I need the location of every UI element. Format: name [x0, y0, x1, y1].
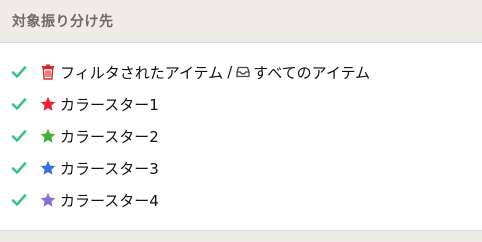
target-row-color-star-1[interactable]: カラースター1 [0, 88, 482, 120]
check-icon[interactable] [11, 96, 27, 112]
target-label: カラースター1 [60, 95, 159, 114]
inbox-icon [236, 65, 250, 79]
target-row-filtered-items[interactable]: フィルタされたアイテム / すべてのアイテム [0, 56, 482, 88]
target-label: カラースター3 [60, 159, 159, 178]
target-label: フィルタされたアイテム [60, 63, 224, 82]
star-icon [39, 191, 57, 209]
panel-header: 対象振り分け先 [0, 0, 482, 43]
target-row-color-star-3[interactable]: カラースター3 [0, 152, 482, 184]
target-row-color-star-2[interactable]: カラースター2 [0, 120, 482, 152]
target-list: フィルタされたアイテム / すべてのアイテム カラースター1 カラースター2 カ… [0, 56, 482, 216]
check-icon[interactable] [11, 128, 27, 144]
target-secondary-label: すべてのアイテム [253, 63, 371, 82]
target-label: カラースター2 [60, 127, 159, 146]
separator: / [227, 63, 233, 81]
star-icon [39, 95, 57, 113]
check-icon[interactable] [11, 64, 27, 80]
trash-icon [39, 63, 57, 81]
target-row-color-star-4[interactable]: カラースター4 [0, 184, 482, 216]
panel-footer [0, 230, 482, 242]
star-icon [39, 127, 57, 145]
sorting-targets-panel: 対象振り分け先 フィルタされたアイテム / すべてのアイテム カラースター1 カ… [0, 0, 482, 242]
check-icon[interactable] [11, 192, 27, 208]
check-icon[interactable] [11, 160, 27, 176]
panel-title: 対象振り分け先 [12, 14, 114, 30]
star-icon [39, 159, 57, 177]
target-label: カラースター4 [60, 191, 159, 210]
